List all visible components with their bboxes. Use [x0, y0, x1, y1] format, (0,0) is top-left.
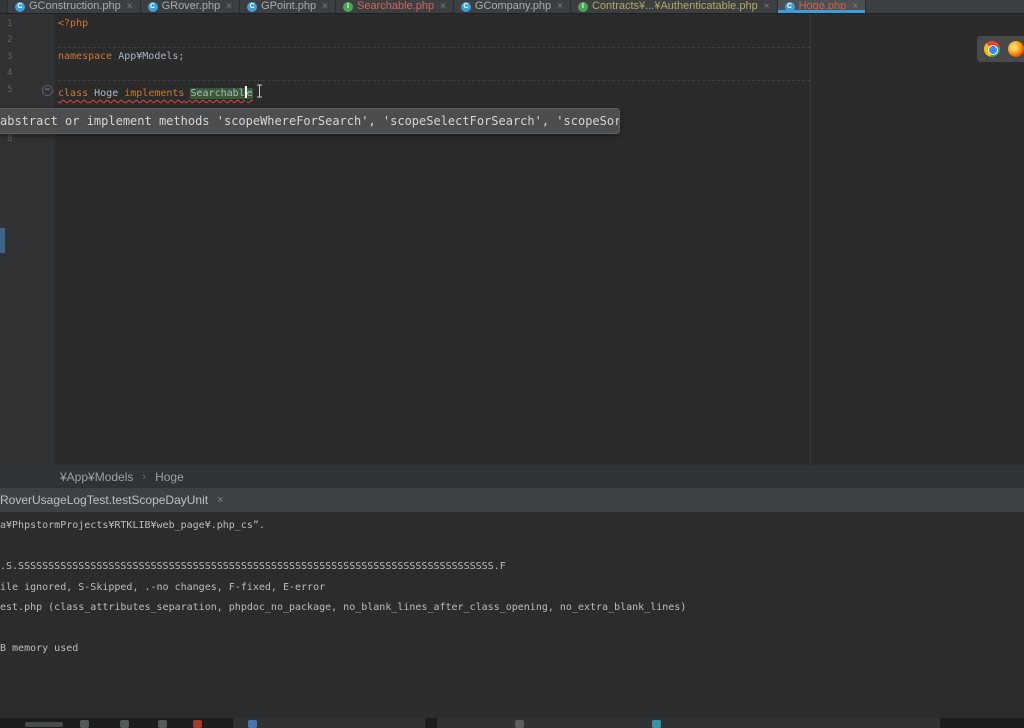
- close-icon[interactable]: ×: [127, 0, 133, 13]
- taskbar-icon[interactable]: [193, 720, 202, 728]
- breadcrumb-item-class[interactable]: Hoge: [155, 470, 184, 484]
- editor-tab-bar: C GConstruction.php × C GRover.php × C G…: [0, 0, 1024, 14]
- console-line: [0, 619, 1024, 640]
- tab-label: GPoint.php: [261, 0, 316, 13]
- class-icon: C: [247, 2, 257, 12]
- taskbar-icon[interactable]: [120, 720, 129, 728]
- console-line: [0, 537, 1024, 558]
- class-icon: C: [461, 2, 471, 12]
- interface-icon: I: [343, 2, 353, 12]
- console-line: B memory used: [0, 639, 1024, 660]
- console-line: est.php (class_attributes_separation, ph…: [0, 598, 1024, 619]
- line-number: 5: [7, 85, 21, 95]
- editor-pane[interactable]: 1 2 3 4 5 8 − <?php namespace App¥Models…: [0, 14, 1024, 465]
- tab-contracts-authenticatable-php[interactable]: I Contracts¥...¥Authenticatable.php ×: [571, 0, 778, 13]
- close-icon[interactable]: ×: [557, 0, 563, 13]
- line-number: 3: [7, 52, 21, 62]
- console-line: .S.SSSSSSSSSSSSSSSSSSSSSSSSSSSSSSSSSSSSS…: [0, 557, 1024, 578]
- php-open-tag: <?php: [58, 18, 88, 29]
- chrome-icon[interactable]: [984, 41, 1000, 57]
- right-margin-guide: [810, 14, 811, 465]
- tab-label: Contracts¥...¥Authenticatable.php: [592, 0, 758, 13]
- active-tab-underline: [778, 10, 866, 13]
- class-name: Hoge: [88, 88, 124, 99]
- close-icon[interactable]: ×: [440, 0, 446, 13]
- taskbar-icon[interactable]: [80, 720, 89, 728]
- close-icon[interactable]: ×: [764, 0, 770, 13]
- code-fold-icon[interactable]: −: [42, 85, 53, 96]
- method-separator: [58, 80, 810, 81]
- line-number: 8: [7, 134, 21, 144]
- tab-grover-php[interactable]: C GRover.php ×: [141, 0, 241, 13]
- breadcrumb: ¥App¥Models › Hoge: [0, 465, 1024, 488]
- interface-name-pre-caret: Searchabl: [190, 88, 244, 99]
- editor-gutter: 1 2 3 4 5 8 −: [0, 14, 55, 465]
- run-panel-tab-strip: RoverUsageLogTest.testScopeDayUnit ×: [0, 488, 1024, 512]
- tab-gconstruction-php[interactable]: C GConstruction.php ×: [8, 0, 141, 13]
- taskbar-active-segment[interactable]: [437, 718, 940, 728]
- taskbar-text: [25, 722, 63, 727]
- taskbar-active-segment[interactable]: [233, 718, 425, 728]
- interface-icon: I: [578, 2, 588, 12]
- taskbar-icon[interactable]: [515, 720, 524, 728]
- tab-label: GCompany.php: [475, 0, 551, 13]
- mouse-ibeam-cursor: [255, 84, 264, 101]
- run-tab-label[interactable]: RoverUsageLogTest.testScopeDayUnit: [0, 493, 208, 507]
- close-icon[interactable]: ×: [217, 494, 223, 506]
- interface-name-post-caret: e: [247, 88, 253, 99]
- tab-gcompany-php[interactable]: C GCompany.php ×: [454, 0, 571, 13]
- windows-taskbar: [0, 718, 1024, 728]
- tab-gpoint-php[interactable]: C GPoint.php ×: [240, 0, 336, 13]
- error-tooltip-message: abstract or implement methods 'scopeWher…: [0, 114, 620, 128]
- line-number: 2: [7, 35, 21, 45]
- tab-hoge-php-active[interactable]: C Hoge.php ×: [778, 0, 867, 13]
- tab-label: GConstruction.php: [29, 0, 121, 13]
- code-line-3: namespace App¥Models;: [58, 51, 184, 65]
- keyword-implements: implements: [124, 88, 184, 99]
- close-icon[interactable]: ×: [322, 0, 328, 13]
- close-icon[interactable]: ×: [226, 0, 232, 13]
- tool-window-stripe-indicator: [0, 228, 5, 253]
- tab-label: GRover.php: [162, 0, 221, 13]
- tab-label: Searchable.php: [357, 0, 434, 13]
- console-line: a¥PhpstormProjects¥RTKLIB¥web_page¥.php_…: [0, 516, 1024, 537]
- breadcrumb-item-namespace[interactable]: ¥App¥Models: [60, 470, 133, 484]
- tab-bar-lead-spacer: [0, 0, 8, 13]
- namespace-path: App¥Models;: [112, 51, 184, 62]
- code-line-5: class Hoge implements Searchable: [58, 84, 264, 98]
- class-icon: C: [148, 2, 158, 12]
- console-line: ile ignored, S-Skipped, .-no changes, F-…: [0, 578, 1024, 599]
- firefox-icon[interactable]: [1008, 41, 1024, 57]
- taskbar-icon[interactable]: [652, 720, 661, 728]
- method-separator: [58, 47, 810, 48]
- taskbar-icon[interactable]: [158, 720, 167, 728]
- chevron-right-icon: ›: [142, 471, 146, 483]
- console-output: a¥PhpstormProjects¥RTKLIB¥web_page¥.php_…: [0, 512, 1024, 718]
- phpstorm-window: C GConstruction.php × C GRover.php × C G…: [0, 0, 1024, 728]
- taskbar-icon[interactable]: [248, 720, 257, 728]
- keyword-namespace: namespace: [58, 51, 112, 62]
- interface-reference-highlighted: Searchable: [190, 88, 252, 99]
- line-number: 4: [7, 68, 21, 78]
- class-icon: C: [15, 2, 25, 12]
- keyword-class: class: [58, 88, 88, 99]
- line-number: 1: [7, 19, 21, 29]
- tab-searchable-php[interactable]: I Searchable.php ×: [336, 0, 454, 13]
- error-tooltip: abstract or implement methods 'scopeWher…: [0, 108, 620, 134]
- code-line-1: <?php: [58, 18, 88, 32]
- browser-launch-panel: [977, 36, 1024, 62]
